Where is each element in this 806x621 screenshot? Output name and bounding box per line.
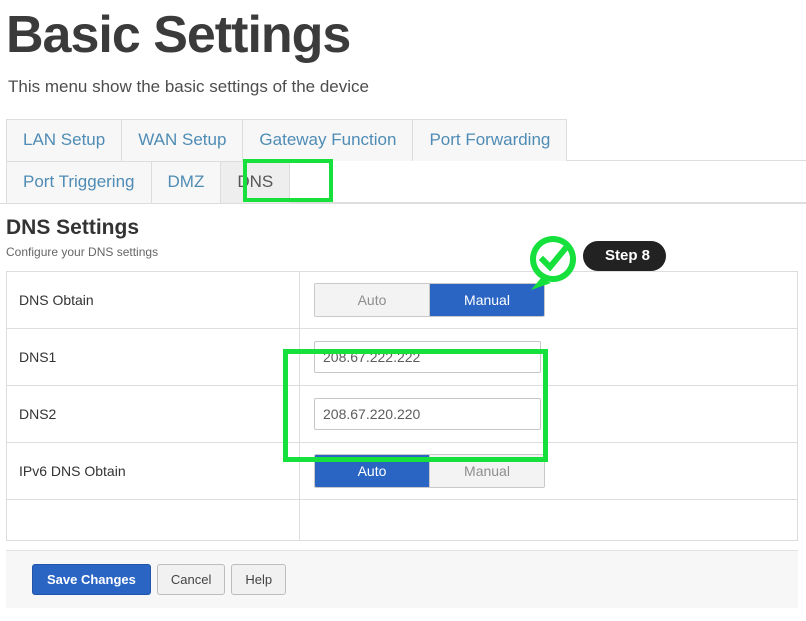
bottom-strip	[0, 608, 806, 621]
tab-dmz[interactable]: DMZ	[150, 160, 222, 204]
ipv6-dns-obtain-toggle[interactable]: Auto Manual	[314, 454, 545, 489]
row-label-dns2: DNS2	[6, 385, 300, 443]
dns-obtain-auto-option[interactable]: Auto	[315, 284, 429, 317]
tab-port-triggering[interactable]: Port Triggering	[6, 160, 152, 204]
table-row-dns1: DNS1	[6, 328, 798, 386]
save-changes-button[interactable]: Save Changes	[32, 564, 151, 595]
tab-row-2-filler	[289, 161, 806, 204]
dns2-input[interactable]	[314, 398, 541, 431]
row-field-dns1	[300, 329, 798, 386]
table-row-dns2: DNS2	[6, 385, 798, 443]
row-spacer-right	[300, 500, 798, 541]
row-label-dns-obtain: DNS Obtain	[6, 271, 300, 329]
tab-row-1-filler	[566, 119, 806, 161]
page-subtitle: This menu show the basic settings of the…	[8, 76, 369, 96]
table-row-spacer	[6, 499, 798, 541]
row-label-ipv6-dns-obtain: IPv6 DNS Obtain	[6, 442, 300, 500]
dns-obtain-toggle[interactable]: Auto Manual	[314, 283, 545, 318]
help-button[interactable]: Help	[231, 564, 287, 595]
row-field-dns2	[300, 386, 798, 443]
footer-actions: Save Changes Cancel Help	[6, 550, 798, 608]
step-label: Step 8	[583, 241, 667, 271]
tab-lan-setup[interactable]: LAN Setup	[6, 118, 123, 161]
dns1-input[interactable]	[314, 341, 541, 374]
cancel-button[interactable]: Cancel	[156, 564, 226, 595]
row-field-ipv6-dns-obtain: Auto Manual	[300, 443, 798, 500]
basic-settings-page: Basic Settings This menu show the basic …	[0, 8, 806, 621]
page-title: Basic Settings	[6, 6, 351, 64]
row-spacer-left	[6, 499, 300, 541]
check-circle-icon	[530, 236, 576, 290]
ipv6-dns-obtain-manual-option[interactable]: Manual	[429, 455, 544, 488]
tab-port-forwarding[interactable]: Port Forwarding	[412, 118, 568, 161]
dns-settings-table: DNS Obtain Auto Manual DNS1 DNS2	[6, 271, 798, 542]
section-header: DNS Settings Configure your DNS settings	[6, 216, 806, 259]
ipv6-dns-obtain-auto-option[interactable]: Auto	[315, 455, 429, 488]
tab-row-2: Port Triggering DMZ DNS	[6, 160, 806, 204]
section-description: Configure your DNS settings	[6, 245, 159, 260]
tab-bar: LAN Setup WAN Setup Gateway Function Por…	[0, 118, 806, 205]
step-callout: Step 8	[521, 234, 681, 290]
tab-row-1: LAN Setup WAN Setup Gateway Function Por…	[6, 118, 806, 161]
section-heading: DNS Settings	[6, 216, 140, 240]
tab-dns[interactable]: DNS	[220, 160, 291, 204]
row-label-dns1: DNS1	[6, 328, 300, 386]
table-row-ipv6-dns-obtain: IPv6 DNS Obtain Auto Manual	[6, 442, 798, 500]
tab-wan-setup[interactable]: WAN Setup	[121, 118, 244, 161]
tab-gateway-function[interactable]: Gateway Function	[242, 118, 414, 161]
